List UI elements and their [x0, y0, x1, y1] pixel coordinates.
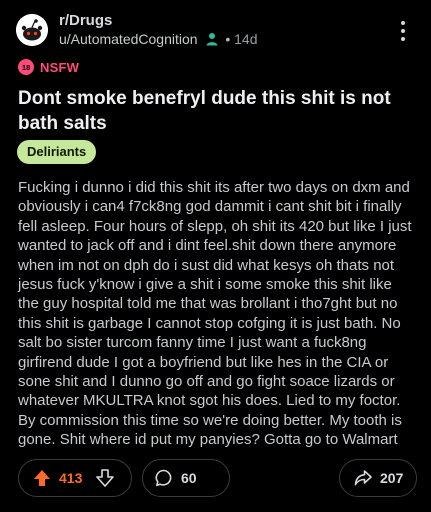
vote-score: 413 [59, 470, 83, 486]
share-count: 207 [380, 470, 404, 486]
comment-bubble-icon [155, 469, 172, 487]
user-status-icon [206, 33, 218, 46]
downvote-arrow-icon[interactable] [96, 469, 115, 487]
subreddit-avatar[interactable] [16, 14, 48, 46]
post-meta: u/AutomatedCognition • 14d [59, 31, 257, 47]
nsfw-label: NSFW [40, 59, 80, 75]
reddit-snoo-icon [16, 14, 48, 46]
post-age: 14d [234, 31, 258, 47]
upvote-arrow-icon[interactable] [33, 469, 51, 487]
comment-count: 60 [181, 470, 197, 486]
nsfw-icon: 18 [18, 59, 34, 75]
svg-text:18: 18 [22, 63, 30, 72]
comments-button[interactable]: 60 [142, 459, 230, 497]
subreddit-name[interactable]: r/Drugs [59, 12, 112, 29]
post-flair[interactable]: Deliriants [17, 140, 97, 164]
more-vertical-icon[interactable] [398, 20, 408, 42]
share-arrow-icon [354, 470, 372, 486]
post-header: r/Drugs u/AutomatedCognition • 14d [16, 10, 416, 50]
nsfw-tag: 18 NSFW [18, 58, 79, 76]
vote-control: 413 [18, 459, 132, 497]
author-name[interactable]: u/AutomatedCognition [59, 31, 198, 47]
post-title[interactable]: Dont smoke benefryl dude this shit is no… [18, 86, 413, 136]
meta-separator: • [225, 31, 231, 47]
share-button[interactable]: 207 [339, 459, 417, 497]
post-actions: 413 60 207 [18, 459, 418, 499]
post-body: Fucking i dunno i did this shit its afte… [18, 179, 412, 449]
